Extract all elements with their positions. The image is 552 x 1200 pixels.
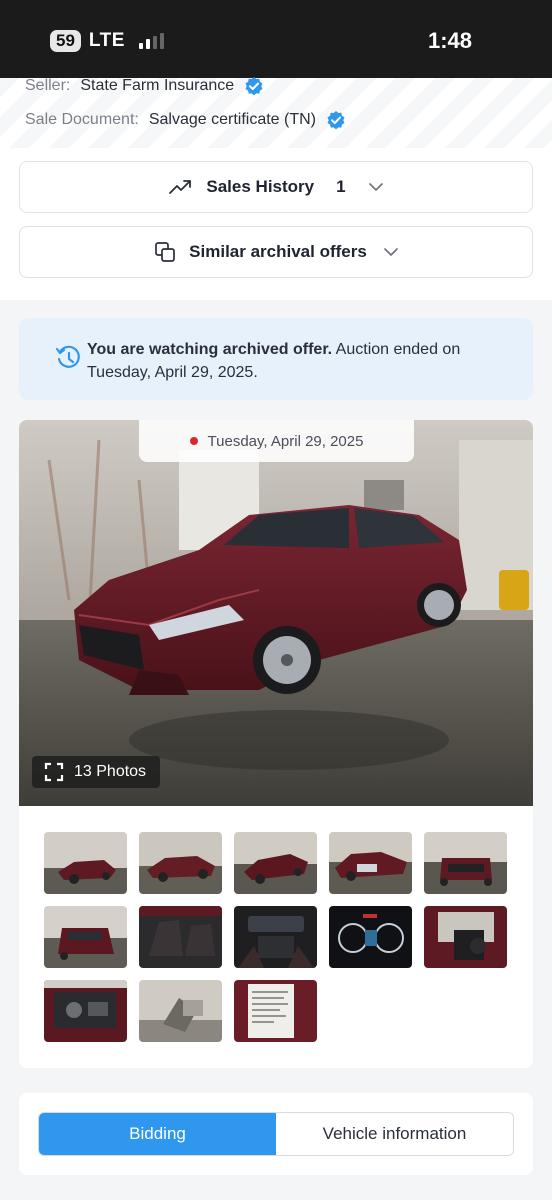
thumbnail-3[interactable] <box>234 832 317 894</box>
section-tabs-card: Bidding Vehicle information <box>19 1093 533 1175</box>
notice-bold: You are watching archived offer. <box>87 341 333 358</box>
main-vehicle-photo[interactable] <box>19 420 533 806</box>
thumbnail-11[interactable] <box>44 980 127 1042</box>
chevron-down-icon <box>368 183 383 192</box>
similar-offers-label: Similar archival offers <box>189 242 367 261</box>
lot-info-section: Seller: State Farm Insurance Sale Docume… <box>0 76 552 300</box>
status-left: 59 LTE <box>50 30 164 52</box>
photo-gallery: Tuesday, April 29, 2025 13 Photos <box>19 420 533 1068</box>
thumbnail-2[interactable] <box>139 832 222 894</box>
verified-icon <box>327 111 345 130</box>
section-tabs: Bidding Vehicle information <box>38 1112 514 1156</box>
sale-document-label: Sale Document: <box>25 111 139 128</box>
photos-count-button[interactable]: 13 Photos <box>32 756 161 788</box>
seller-value: State Farm Insurance <box>80 77 235 94</box>
fullscreen-icon <box>44 762 64 782</box>
thumbnail-grid <box>44 832 514 1042</box>
sales-history-label: Sales History <box>206 177 315 196</box>
photo-date-pill: Tuesday, April 29, 2025 <box>139 420 414 462</box>
network-type: LTE <box>88 30 125 51</box>
thumbnail-7[interactable] <box>139 906 222 968</box>
thumbnail-6[interactable] <box>44 906 127 968</box>
thumbnail-9[interactable] <box>329 906 412 968</box>
sales-history-count: 1 <box>336 177 346 196</box>
thumbnail-4[interactable] <box>329 832 412 894</box>
tab-bidding[interactable]: Bidding <box>39 1113 276 1155</box>
thumbnail-13[interactable] <box>234 980 317 1042</box>
sale-document-value: Salvage certificate (TN) <box>148 111 317 128</box>
sale-document-row: Sale Document: Salvage certificate (TN) <box>25 110 346 130</box>
thumbnail-1[interactable] <box>44 832 127 894</box>
photos-count-label: 13 Photos <box>74 763 147 780</box>
clock: 1:48 <box>427 28 472 53</box>
tab-vehicle-information[interactable]: Vehicle information <box>276 1113 513 1155</box>
red-dot-icon <box>189 437 198 445</box>
battery-indicator: 59 <box>50 30 81 52</box>
notice-text: You are watching archived offer. Auction… <box>87 338 517 384</box>
status-bar: 59 LTE 1:48 <box>0 0 552 78</box>
signal-icon <box>138 33 164 49</box>
archived-notice: You are watching archived offer. Auction… <box>19 318 533 400</box>
trend-up-icon <box>169 180 192 194</box>
history-icon <box>55 345 80 368</box>
copy-icon <box>155 242 176 262</box>
similar-offers-accordion[interactable]: Similar archival offers <box>19 226 533 278</box>
thumbnail-5[interactable] <box>424 832 507 894</box>
verified-icon <box>245 77 263 96</box>
seller-label: Seller: <box>25 77 71 94</box>
thumbnail-10[interactable] <box>424 906 507 968</box>
photo-date: Tuesday, April 29, 2025 <box>207 432 364 450</box>
thumbnail-12[interactable] <box>139 980 222 1042</box>
thumbnail-8[interactable] <box>234 906 317 968</box>
chevron-down-icon <box>384 248 398 257</box>
seller-row: Seller: State Farm Insurance <box>25 76 264 96</box>
sales-history-accordion[interactable]: Sales History 1 <box>19 161 533 213</box>
